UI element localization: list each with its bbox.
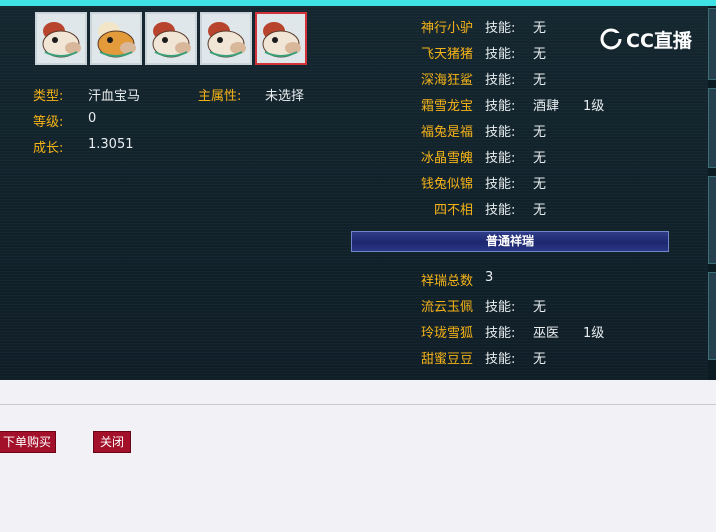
skill-row-tag: 技能: [485, 151, 516, 166]
xiangrui-row-value: 无 [533, 352, 547, 367]
type-value: 汗血宝马 [88, 89, 141, 104]
skill-row-tag: 技能: [485, 21, 516, 36]
type-label: 类型: [33, 89, 64, 104]
horse-portrait-icon [257, 14, 305, 63]
skill-row-level: 1级 [583, 99, 605, 114]
main-attribute-value: 未选择 [265, 89, 305, 104]
side-tab-4[interactable] [708, 272, 716, 360]
pet-slot-4[interactable] [200, 12, 252, 65]
level-value: 0 [88, 111, 97, 126]
xiangrui-row-name: 流云玉佩 [420, 300, 473, 315]
xiangrui-row-tag: 技能: [485, 300, 516, 315]
skill-row-value: 无 [533, 125, 547, 140]
sheep-portrait-icon [92, 14, 140, 63]
skill-row-value: 无 [533, 21, 547, 36]
xiangrui-row-value: 巫医 [533, 326, 560, 341]
xiangrui-row-value: 无 [533, 300, 547, 315]
horse-portrait-icon [147, 14, 195, 63]
pet-slot-5[interactable] [255, 12, 307, 65]
skill-row-tag: 技能: [485, 47, 516, 62]
skill-row-name: 冰晶雪魄 [420, 151, 473, 166]
skill-row-value: 酒肆 [533, 99, 560, 114]
skill-row-name: 福兔是福 [420, 125, 473, 140]
skill-row-value: 无 [533, 47, 547, 62]
xiangrui-row-tag: 技能: [485, 326, 516, 341]
section-divider [0, 404, 716, 405]
pet-slot-1[interactable] [35, 12, 87, 65]
xiangrui-total-value: 3 [485, 270, 494, 285]
side-tab-1[interactable] [708, 8, 716, 80]
side-tab-3[interactable] [708, 176, 716, 264]
xiangrui-row-level: 1级 [583, 326, 605, 341]
skill-row-name: 神行小驴 [420, 21, 473, 36]
skill-row-name: 四不相 [433, 203, 473, 218]
growth-value: 1.3051 [88, 137, 134, 152]
skill-row-tag: 技能: [485, 203, 516, 218]
pet-slot-3[interactable] [145, 12, 197, 65]
horse-portrait-icon [37, 14, 85, 63]
cc-logo-icon [600, 28, 622, 50]
skill-row-name: 飞天猪猪 [420, 47, 473, 62]
skill-row-tag: 技能: [485, 125, 516, 140]
skill-row-tag: 技能: [485, 99, 516, 114]
level-label: 等级: [33, 115, 64, 130]
skill-row-name: 霜雪龙宝 [420, 99, 473, 114]
horse-portrait-icon [202, 14, 250, 63]
growth-label: 成长: [33, 141, 64, 156]
buy-button[interactable]: 下单购买 [0, 431, 56, 453]
skill-row-value: 无 [533, 73, 547, 88]
xiangrui-section-header: 普通祥瑞 [351, 231, 669, 252]
side-tab-2[interactable] [708, 88, 716, 168]
skill-row-value: 无 [533, 177, 547, 192]
xiangrui-row-tag: 技能: [485, 352, 516, 367]
skill-row-name: 钱兔似锦 [420, 177, 473, 192]
xiangrui-total-label: 祥瑞总数 [420, 274, 473, 289]
skill-row-tag: 技能: [485, 177, 516, 192]
xiangrui-row-name: 甜蜜豆豆 [420, 352, 473, 367]
main-attribute-label: 主属性: [198, 89, 242, 104]
skill-row-value: 无 [533, 151, 547, 166]
pet-slot-2[interactable] [90, 12, 142, 65]
skill-row-tag: 技能: [485, 73, 516, 88]
cc-live-watermark: CC直播 [626, 30, 692, 52]
skill-row-name: 深海狂鲨 [420, 73, 473, 88]
xiangrui-row-name: 玲珑雪狐 [420, 326, 473, 341]
close-button[interactable]: 关闭 [93, 431, 131, 453]
skill-row-value: 无 [533, 203, 547, 218]
